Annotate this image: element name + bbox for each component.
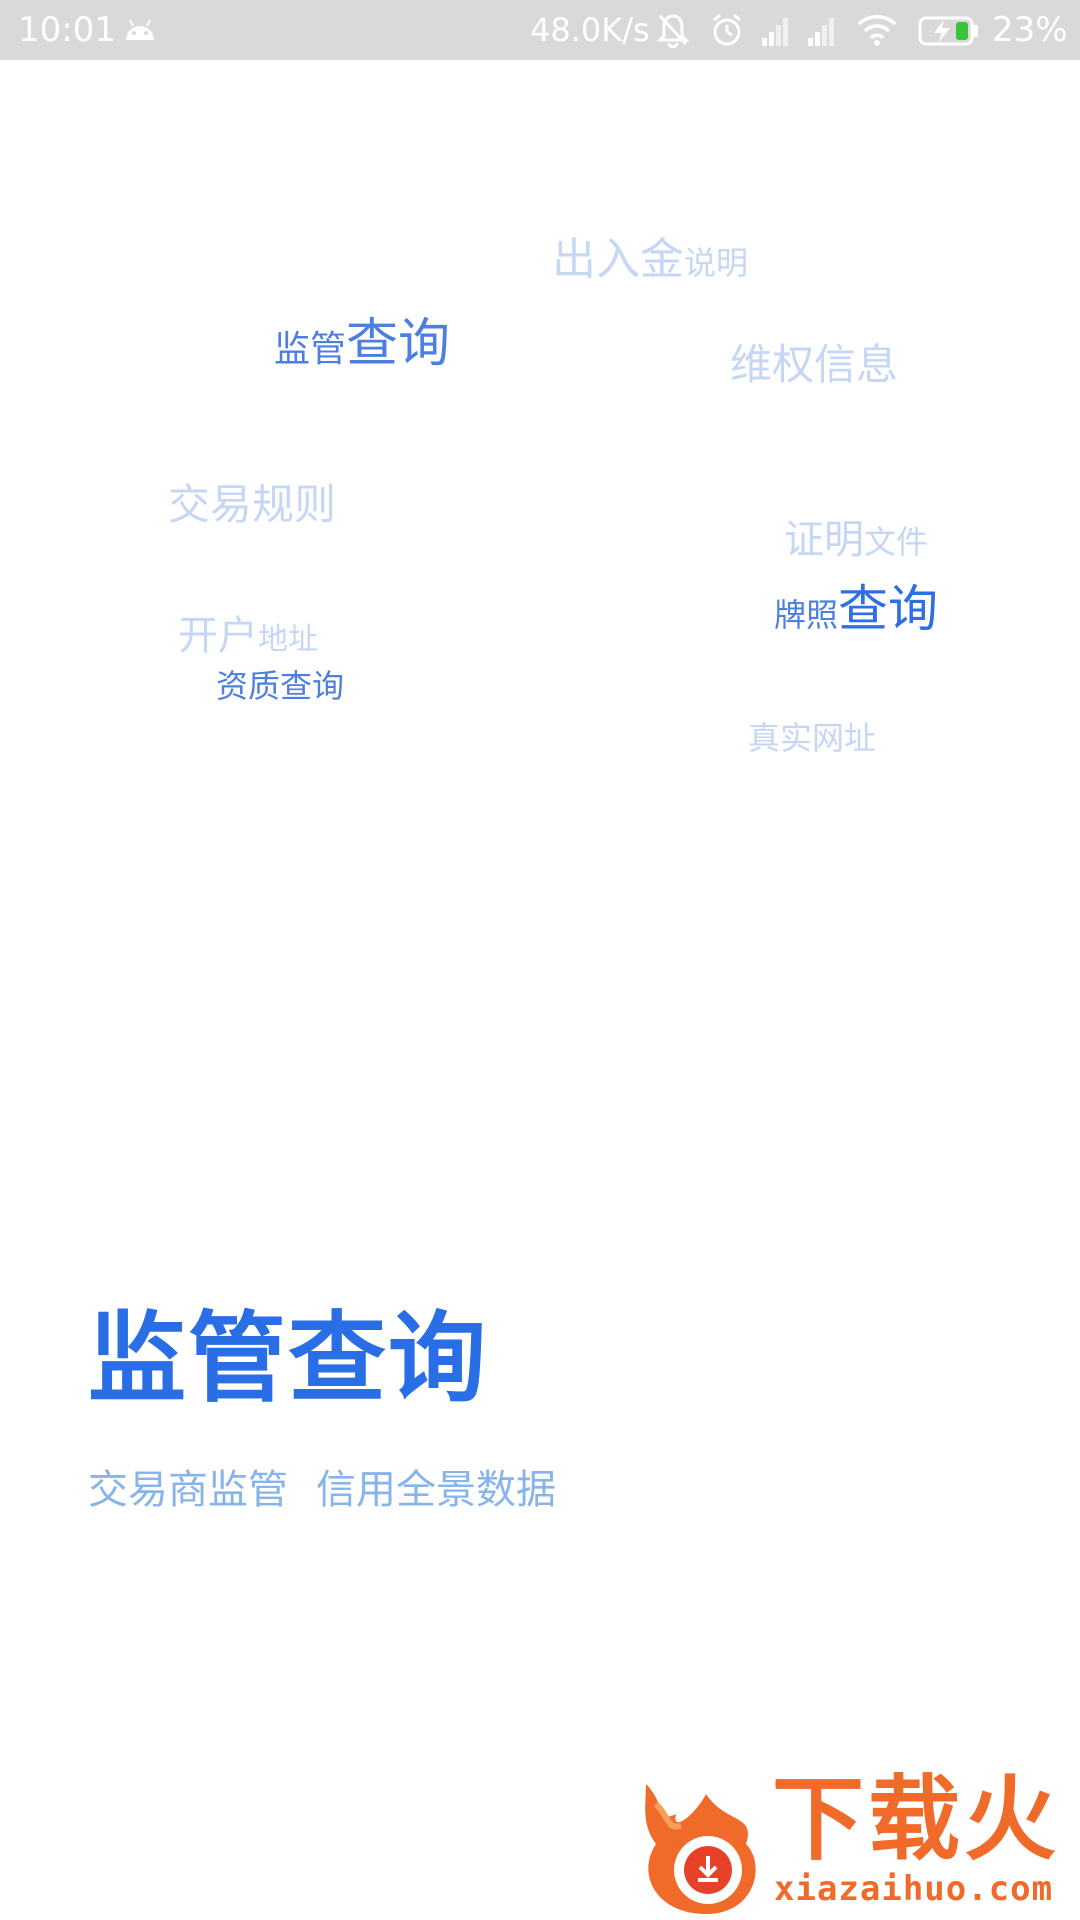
watermark-brand: 下载火 — [772, 1766, 1061, 1873]
wifi-icon — [857, 15, 897, 46]
keyword-cloud: 出入金说明 监管查询 维权信息 交易规则 证明文件 牌照查询 开户地址 资质查询… — [0, 60, 1080, 820]
cloud-word-certificate-files: 证明文件 — [784, 517, 929, 563]
splash-screen: 10:01 48.0K/s 23% 出入金说明 监管查询 维权信息 交易规则 证… — [0, 0, 1080, 1920]
watermark-logo: 下载火 xiazaihuo.com — [636, 1774, 1080, 1920]
hero-subtitle-part-1: 交易商监管 — [88, 1467, 288, 1513]
cloud-word-license-query: 牌照查询 — [774, 580, 939, 638]
hero-title: 监管查询 — [88, 1302, 489, 1416]
cloud-word-regulatory-query: 监管查询 — [274, 314, 451, 374]
cloud-word-trading-rules: 交易规则 — [168, 480, 337, 529]
battery-charging-icon — [918, 16, 978, 46]
alarm-icon — [713, 13, 741, 46]
mute-bell-icon — [656, 14, 690, 48]
cloud-word-rights-info: 维权信息 — [730, 340, 899, 389]
cloud-word-qualification-query: 资质查询 — [216, 667, 345, 705]
cloud-word-real-url: 真实网址 — [748, 719, 877, 757]
signal-icon — [762, 18, 788, 46]
hero-subtitle-part-2: 信用全景数据 — [316, 1467, 556, 1513]
status-time: 10:01 — [18, 10, 116, 50]
network-speed: 48.0K/s — [530, 11, 650, 49]
watermark-domain: xiazaihuo.com — [774, 1869, 1054, 1909]
cloud-word-deposit-withdrawal: 出入金说明 — [552, 234, 749, 285]
hero-subtitle: 交易商监管 信用全景数据 — [88, 1470, 584, 1510]
android-icon — [126, 19, 154, 40]
flame-logo-icon — [645, 1784, 756, 1914]
battery-percent: 23% — [992, 10, 1068, 50]
signal-icon — [808, 18, 834, 46]
cloud-word-account-address: 开户地址 — [178, 613, 318, 659]
status-bar: 10:01 48.0K/s 23% — [0, 0, 1080, 60]
